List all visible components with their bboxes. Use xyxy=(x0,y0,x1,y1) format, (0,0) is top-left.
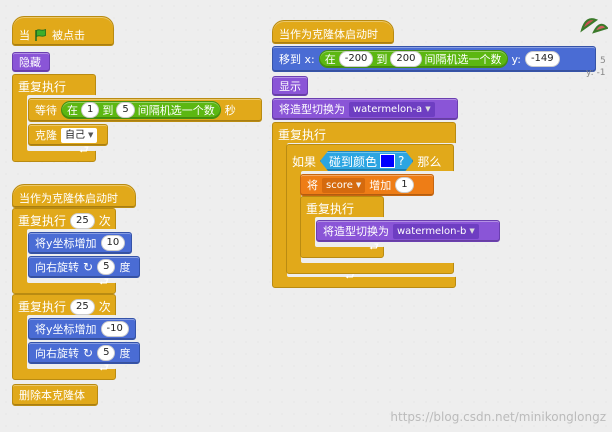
turn-right-block-1[interactable]: 向右旋转 ↻ 5 度 xyxy=(28,256,140,278)
turn-right-label: 向右旋转 xyxy=(35,261,79,274)
rotate-right-icon: ↻ xyxy=(83,260,94,274)
hide-label: 隐藏 xyxy=(19,56,41,69)
wait-label: 等待 xyxy=(35,104,57,117)
hat-prefix: 当 xyxy=(19,29,30,42)
chevron-down-icon: ▼ xyxy=(469,226,475,235)
go-to-y-label: y: xyxy=(511,52,521,66)
change-y-block-2[interactable]: 将y坐标增加 -10 xyxy=(28,318,136,340)
turn-right-block-2[interactable]: 向右旋转 ↻ 5 度 xyxy=(28,342,140,364)
when-clone-start-hat-2[interactable]: 当作为克隆体启动时 xyxy=(272,20,394,44)
random-to-input[interactable]: 5 xyxy=(116,102,135,118)
when-flag-clicked-hat[interactable]: 当 被点击 xyxy=(12,16,114,46)
pick-random-in: 在 xyxy=(324,53,336,66)
pick-random-in: 在 xyxy=(67,104,78,117)
times-label: 次 xyxy=(98,300,111,314)
random-from-input[interactable]: 1 xyxy=(81,102,100,118)
delete-clone-block[interactable]: 删除本克隆体 xyxy=(12,384,98,406)
pick-random-reporter[interactable]: 在 1 到 5 间隔机选一个数 xyxy=(61,101,221,119)
costume-value: watermelon-b xyxy=(397,225,467,237)
forever-label: 重复执行 xyxy=(18,80,67,94)
switch-costume-block-b[interactable]: 将造型切换为 watermelon-b ▼ xyxy=(316,220,500,242)
question-label: ? xyxy=(398,154,405,168)
random-from-input[interactable]: -200 xyxy=(338,51,374,67)
rotate-right-icon: ↻ xyxy=(83,346,94,360)
change-y-label: 将y坐标增加 xyxy=(35,237,97,250)
pick-random-label: 间隔机选一个数 xyxy=(137,104,215,117)
forever-label: 重复执行 xyxy=(306,202,355,216)
seconds-label: 秒 xyxy=(224,104,236,117)
switch-costume-label: 将造型切换为 xyxy=(323,225,389,238)
hat-suffix: 被点击 xyxy=(52,29,85,42)
change-var-prefix: 将 xyxy=(307,179,318,192)
change-var-suffix: 增加 xyxy=(369,179,392,192)
sprite-thumbnail-icon[interactable] xyxy=(580,14,609,36)
show-label: 显示 xyxy=(279,80,301,93)
costume-value: watermelon-a xyxy=(353,103,423,115)
turn-right-label: 向右旋转 xyxy=(35,347,79,360)
change-variable-block[interactable]: 将 score ▼ 增加 1 xyxy=(300,174,434,196)
times-label: 次 xyxy=(98,214,111,228)
if-label: 如果 xyxy=(292,154,317,169)
then-label: 那么 xyxy=(417,154,442,169)
go-to-x-label: 移到 x: xyxy=(279,53,315,66)
when-clone-start-hat[interactable]: 当作为克隆体启动时 xyxy=(12,184,136,208)
color-swatch[interactable] xyxy=(380,154,395,168)
chevron-down-icon: ▼ xyxy=(425,104,431,113)
go-to-xy-block[interactable]: 移到 x: 在 -200 到 200 间隔机选一个数 y: -149 xyxy=(272,46,596,72)
delete-clone-label: 删除本克隆体 xyxy=(19,389,85,402)
random-to-input[interactable]: 200 xyxy=(390,51,422,67)
chevron-down-icon: ▼ xyxy=(88,130,94,139)
variable-dropdown[interactable]: score ▼ xyxy=(322,177,366,193)
change-y-input[interactable]: -10 xyxy=(100,321,129,337)
clone-hat-label: 当作为克隆体启动时 xyxy=(279,28,378,41)
clone-label: 克隆 xyxy=(35,129,57,142)
change-y-input[interactable]: 10 xyxy=(100,235,126,251)
repeat-count-input[interactable]: 25 xyxy=(70,212,95,229)
change-y-block-1[interactable]: 将y坐标增加 10 xyxy=(28,232,132,254)
repeat-label: 重复执行 xyxy=(18,300,67,314)
pick-random-to: 到 xyxy=(376,53,388,66)
create-clone-block[interactable]: 克隆 自己 ▼ xyxy=(28,124,108,146)
clone-hat-label: 当作为克隆体启动时 xyxy=(19,192,118,205)
clone-target-dropdown[interactable]: 自己 ▼ xyxy=(61,127,98,143)
turn-degrees-input[interactable]: 5 xyxy=(97,259,116,275)
switch-costume-label: 将造型切换为 xyxy=(279,103,345,116)
green-flag-icon xyxy=(34,28,48,41)
turn-degrees-input[interactable]: 5 xyxy=(97,345,116,361)
degrees-label: 度 xyxy=(119,261,131,274)
watermark: https://blog.csdn.net/minikonglongz xyxy=(390,410,606,424)
pick-random-to: 到 xyxy=(102,104,114,117)
forever-label: 重复执行 xyxy=(278,128,327,142)
pick-random-reporter[interactable]: 在 -200 到 200 间隔机选一个数 xyxy=(318,50,508,68)
y-input[interactable]: -149 xyxy=(524,51,560,67)
chevron-down-icon: ▼ xyxy=(355,180,362,189)
costume-dropdown[interactable]: watermelon-b ▼ xyxy=(393,223,479,239)
sprite-x-info: 5 xyxy=(600,56,606,66)
degrees-label: 度 xyxy=(119,347,131,360)
repeat-count-input[interactable]: 25 xyxy=(70,298,95,315)
sprite-y-info: y: -1 xyxy=(586,68,606,78)
costume-dropdown[interactable]: watermelon-a ▼ xyxy=(349,101,435,117)
clone-target-value: 自己 xyxy=(65,129,85,141)
show-block[interactable]: 显示 xyxy=(272,76,308,96)
variable-value: score xyxy=(326,179,353,191)
wait-random-block[interactable]: 等待 在 1 到 5 间隔机选一个数 秒 xyxy=(28,98,262,122)
switch-costume-block-a[interactable]: 将造型切换为 watermelon-a ▼ xyxy=(272,98,458,120)
touching-color-reporter[interactable]: 碰到颜色 ? xyxy=(320,151,413,171)
change-amount-input[interactable]: 1 xyxy=(395,177,414,193)
repeat-label: 重复执行 xyxy=(18,214,67,228)
touching-color-label: 碰到颜色 xyxy=(329,154,378,169)
pick-random-label: 间隔机选一个数 xyxy=(424,53,502,66)
change-y-label: 将y坐标增加 xyxy=(35,323,97,336)
hide-block[interactable]: 隐藏 xyxy=(12,52,50,72)
